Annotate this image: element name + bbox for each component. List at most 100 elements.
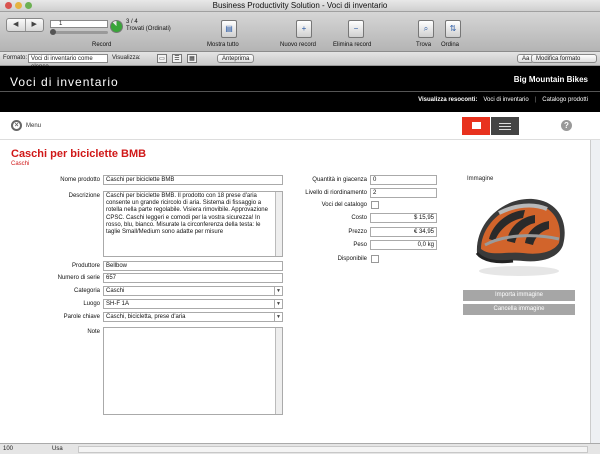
record-count: 3 / 4 Trovati (Ordinati) [126,19,171,33]
keywords-dropdown[interactable]: Caschi, bicicletta, prese d'aria ▼ [103,312,283,322]
reorder-field[interactable]: 2 [370,188,437,198]
notes-scrollbar[interactable] [275,328,282,414]
notes-field[interactable] [103,327,283,415]
helmet-image [475,198,565,276]
page-title: Voci di inventario [10,75,119,89]
notes-label: Note [87,329,100,335]
chevron-down-icon[interactable]: ▼ [274,287,282,295]
available-checkbox[interactable] [371,255,379,263]
record-category: Caschi [11,161,30,167]
record-slider-knob[interactable] [50,29,56,35]
manufacturer-label: Produttore [71,263,100,269]
qty-field[interactable]: 0 [370,175,437,185]
view-as-label: Visualizza: [112,55,141,61]
product-image[interactable] [463,183,575,283]
view-form-icon[interactable]: ▭ [157,54,167,63]
show-all-icon[interactable]: ▤ [221,20,237,38]
sort-icon[interactable]: ⇅ [445,20,461,38]
category-value: Caschi [106,288,125,294]
close-window-icon[interactable] [5,2,12,9]
delete-record-icon[interactable]: − [348,20,364,38]
header-divider [0,91,600,92]
sub-bar: × Menu ? [0,112,600,140]
list-line-icon [499,129,511,130]
sort-button[interactable]: Ordina [441,42,459,48]
zoom-window-icon[interactable] [25,2,32,9]
delete-image-button[interactable]: Cancella immagine [463,304,575,315]
product-name-field[interactable]: Caschi per biciclette BMB [103,175,283,185]
catalog-label: Voci del catalogo [321,202,367,208]
available-label: Disponibile [337,256,367,262]
description-field[interactable]: Caschi per biciclette BMB. Il prodotto c… [103,191,283,257]
report-link-inventory[interactable]: Voci di inventario [483,97,528,103]
prev-record-icon[interactable]: ◀ [7,19,26,31]
record-found: Trovati (Ordinati) [126,26,171,32]
layout-bar: Formato: Voci di inventario come elenco … [0,52,600,70]
new-record-icon[interactable]: + [296,20,312,38]
brand-name: Big Mountain Bikes [513,75,588,84]
keywords-value: Caschi, bicicletta, prese d'aria [106,314,186,320]
status-bar: 100 Usa [0,443,600,454]
layout-select[interactable]: Voci di inventario come elenco [28,54,108,70]
toolbar: ◀ ▶ 1 3 / 4 Trovati (Ordinati) Record ▤ … [0,12,600,52]
layout-header: Voci di inventario Big Mountain Bikes Vi… [0,66,600,112]
layout-label: Formato: [3,55,28,61]
serial-number-label: Numero di serie [57,275,100,281]
edit-layout-button[interactable]: Modifica formato [531,54,597,63]
record-slider[interactable] [50,31,108,34]
find-icon[interactable]: ⌕ [418,20,434,38]
minimize-window-icon[interactable] [15,2,22,9]
chevron-down-icon[interactable]: ▼ [274,313,282,321]
catalog-checkbox[interactable] [371,201,379,209]
manufacturer-field[interactable]: Bellbow [103,261,283,271]
price-field[interactable]: € 34,95 [370,227,437,237]
record-title: Caschi per biciclette BMB [11,148,147,160]
record-nav: ◀ ▶ [6,18,44,32]
mode-indicator[interactable]: Usa [52,446,63,452]
import-image-button[interactable]: Importa immagine [463,290,575,301]
qty-label: Quantità in giacenza [312,177,367,183]
product-name-label: Nome prodotto [60,177,100,183]
list-line-icon [499,126,511,127]
form-view-icon [472,122,481,129]
menu-icon[interactable]: × [11,120,22,131]
view-table-icon[interactable]: ▦ [187,54,197,63]
find-button[interactable]: Trova [416,42,431,48]
report-nav: Visualizza resoconti: Voci di inventario… [418,97,588,103]
new-record-button[interactable]: Nuovo record [280,42,316,48]
price-label: Prezzo [348,229,367,235]
list-view-tab[interactable] [491,117,519,135]
window-titlebar: Business Productivity Solution - Voci di… [0,0,600,12]
form-view-tab[interactable] [462,117,490,135]
list-line-icon [499,123,511,124]
show-all-button[interactable]: Mostra tutto [207,42,239,48]
zoom-level[interactable]: 100 [3,446,13,452]
record-number-field[interactable]: 1 [50,20,108,28]
cost-field[interactable]: $ 15,95 [370,213,437,223]
weight-label: Peso [353,242,367,248]
help-icon[interactable]: ? [561,120,572,131]
category-label: Categoria [73,288,100,294]
preview-button[interactable]: Anteprima [217,54,255,63]
delete-record-button[interactable]: Elimina record [333,42,371,48]
next-record-icon[interactable]: ▶ [26,19,44,31]
category-dropdown[interactable]: Caschi ▼ [103,286,283,296]
view-list-icon[interactable]: ☰ [172,54,182,63]
serial-number-field[interactable]: 657 [103,273,283,283]
description-label: Descrizione [68,193,100,199]
nav-separator: | [534,97,537,103]
menu-button[interactable]: Menu [26,123,41,129]
keywords-label: Parole chiave [63,314,100,320]
chevron-down-icon[interactable]: ▼ [274,300,282,308]
location-dropdown[interactable]: SH-F 1A ▼ [103,299,283,309]
horizontal-scrollbar[interactable] [78,446,588,453]
report-link-catalog[interactable]: Catalogo prodotti [542,97,588,103]
cost-label: Costo [351,215,367,221]
window-controls [5,2,32,9]
vertical-scrollbar[interactable] [590,140,600,443]
description-text: Caschi per biciclette BMB. Il prodotto c… [106,193,268,236]
weight-field[interactable]: 0,0 kg [370,240,437,250]
record-total: 3 / 4 [126,19,138,25]
description-scrollbar[interactable] [275,192,282,256]
report-nav-label: Visualizza resoconti: [418,97,478,103]
